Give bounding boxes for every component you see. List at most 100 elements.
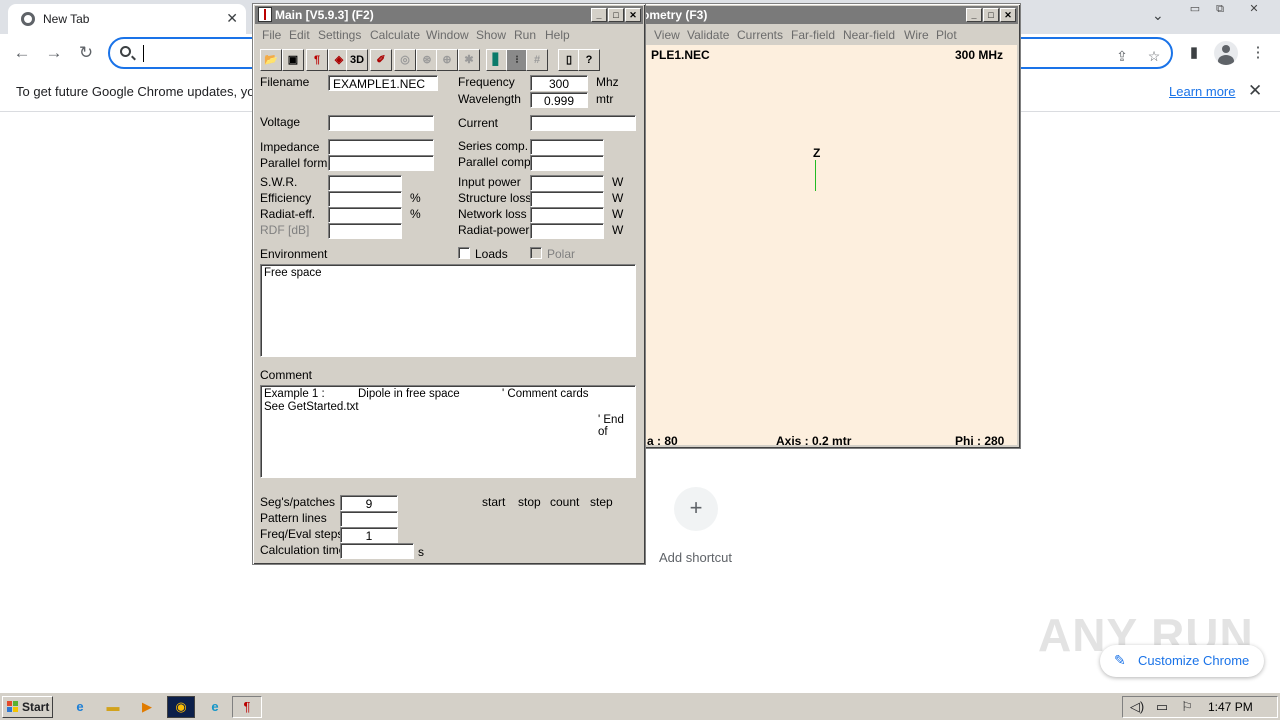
menu-window[interactable]: Window — [426, 28, 469, 42]
swr-field[interactable] — [328, 175, 402, 191]
book-icon[interactable]: ▋ — [486, 49, 508, 71]
menu-file[interactable]: File — [262, 28, 281, 42]
customize-chrome-button[interactable]: ✎ Customize Chrome — [1100, 645, 1264, 677]
windows-taskbar: Start e ▬ ▶ ◉ e ¶ ◁) ▭ ⚐ 1:47 PM — [0, 692, 1280, 720]
network-loss-label: Network loss — [458, 207, 527, 221]
close-icon[interactable]: ✕ — [625, 8, 641, 22]
tab-search-chevron-icon[interactable]: ⌄ — [1152, 7, 1164, 24]
edge-icon[interactable]: e — [205, 698, 225, 716]
side-panel-icon[interactable]: ▮ — [1183, 42, 1205, 64]
menu-edit[interactable]: Edit — [289, 28, 310, 42]
edit-icon[interactable]: ✐ — [370, 49, 392, 71]
action-center-flag-icon[interactable]: ⚐ — [1177, 698, 1197, 716]
minimize-icon[interactable]: _ — [966, 8, 982, 22]
polar-checkbox[interactable] — [530, 247, 542, 259]
menu-validate[interactable]: Validate — [687, 28, 729, 42]
radiat-eff-label: Radiat-eff. — [260, 207, 316, 221]
reload-icon[interactable]: ↻ — [75, 42, 97, 64]
chrome-minimize-icon[interactable]: ▭ — [1186, 2, 1204, 16]
segs-field[interactable]: 9 — [340, 495, 398, 511]
menu-run[interactable]: Run — [514, 28, 536, 42]
start-button[interactable]: Start — [2, 696, 53, 718]
tab-new-tab[interactable]: New Tab ✕ — [8, 4, 246, 34]
main-titlebar[interactable]: Main [V5.9.3] (F2) _ □ ✕ — [255, 6, 643, 24]
minimize-icon[interactable]: _ — [591, 8, 607, 22]
radiat-power-field[interactable] — [530, 223, 604, 239]
menu-near-field[interactable]: Near-field — [843, 28, 895, 42]
input-power-field[interactable] — [530, 175, 604, 191]
rdf-field[interactable] — [328, 223, 402, 239]
menu-far-field[interactable]: Far-field — [791, 28, 835, 42]
learn-more-link[interactable]: Learn more — [1169, 84, 1235, 99]
infobar-close-icon[interactable]: ✕ — [1248, 81, 1262, 101]
environment-textarea[interactable]: Free space — [260, 264, 636, 357]
network-icon[interactable]: ▭ — [1152, 698, 1172, 716]
bookmark-star-icon[interactable]: ☆ — [1144, 47, 1164, 65]
pattern-lines-field[interactable] — [340, 511, 398, 527]
config-icon[interactable]: ✱ — [458, 49, 480, 71]
manual-icon[interactable]: ▯ — [558, 49, 580, 71]
grid-icon[interactable]: ⁝ — [506, 49, 528, 71]
folder-icon[interactable]: ▬ — [103, 698, 123, 716]
volume-icon[interactable]: ◁) — [1127, 698, 1147, 716]
close-icon[interactable]: ✕ — [1000, 8, 1016, 22]
antenna-icon[interactable]: ¶ — [306, 49, 328, 71]
loads-checkbox[interactable] — [458, 247, 470, 259]
menu-plot[interactable]: Plot — [936, 28, 957, 42]
save-icon[interactable]: ▣ — [282, 49, 304, 71]
pattern-icon[interactable]: ◎ — [394, 49, 416, 71]
maximize-icon[interactable]: □ — [608, 8, 624, 22]
chrome-restore-icon[interactable]: ⧉ — [1211, 2, 1229, 16]
structure-loss-field[interactable] — [530, 191, 604, 207]
radiat-power-unit: W — [612, 223, 624, 237]
filename-field[interactable]: EXAMPLE1.NEC — [328, 75, 438, 91]
forward-arrow-icon[interactable]: → — [43, 42, 65, 64]
wavelength-field[interactable]: 0.999 — [530, 92, 588, 108]
geometry-titlebar[interactable]: ometry (F3) _ □ ✕ — [637, 6, 1018, 24]
menu-currents[interactable]: Currents — [737, 28, 783, 42]
parallel-comp-field[interactable] — [530, 155, 604, 171]
current-field[interactable] — [530, 115, 636, 131]
freq-eval-steps-field[interactable]: 1 — [340, 527, 398, 543]
taskbar-clock[interactable]: 1:47 PM — [1208, 700, 1253, 714]
sphere-icon[interactable]: ⊛ — [416, 49, 438, 71]
efficiency-field[interactable] — [328, 191, 402, 207]
parallel-form-field[interactable] — [328, 155, 434, 171]
ie-icon[interactable]: e — [70, 698, 90, 716]
chrome-menu-icon[interactable]: ⋮ — [1247, 42, 1269, 64]
frequency-field[interactable]: 300 — [530, 75, 588, 91]
menu-show[interactable]: Show — [476, 28, 506, 42]
share-icon[interactable]: ⇪ — [1112, 47, 1132, 65]
network-loss-field[interactable] — [530, 207, 604, 223]
menu-wire[interactable]: Wire — [904, 28, 929, 42]
globe-icon[interactable]: ⊕ — [436, 49, 458, 71]
help-icon[interactable]: ? — [578, 49, 600, 71]
comment-textarea[interactable]: Example 1 : Dipole in free space ' Comme… — [260, 385, 636, 478]
menu-settings[interactable]: Settings — [318, 28, 361, 42]
profile-avatar-icon[interactable] — [1214, 41, 1238, 65]
chrome-taskbar-icon[interactable]: ◉ — [167, 696, 195, 718]
parallel-comp-label: Parallel comp. — [458, 155, 535, 169]
voltage-field[interactable] — [328, 115, 434, 131]
geometry-canvas[interactable]: PLE1.NEC 300 MHz Z a : 80 Axis : 0.2 mtr… — [638, 45, 1017, 448]
impedance-field[interactable] — [328, 139, 434, 155]
add-shortcut-button[interactable]: + — [674, 487, 718, 531]
radiat-eff-field[interactable] — [328, 207, 402, 223]
add-shortcut-label: Add shortcut — [659, 550, 732, 565]
maximize-icon[interactable]: □ — [983, 8, 999, 22]
media-icon[interactable]: ▶ — [137, 698, 157, 716]
back-arrow-icon[interactable]: ← — [11, 42, 33, 64]
hash-icon[interactable]: # — [526, 49, 548, 71]
menu-calculate[interactable]: Calculate — [370, 28, 420, 42]
chrome-close-icon[interactable]: ✕ — [1245, 2, 1263, 16]
tab-close-icon[interactable]: ✕ — [226, 10, 238, 27]
menu-view[interactable]: View — [654, 28, 680, 42]
menu-help[interactable]: Help — [545, 28, 570, 42]
3d-icon[interactable]: 3D — [346, 49, 368, 71]
open-icon[interactable]: 📂 — [260, 49, 282, 71]
calc-time-field[interactable] — [340, 543, 414, 559]
structure-loss-label: Structure loss — [458, 191, 532, 205]
series-comp-field[interactable] — [530, 139, 604, 155]
segs-label: Seg's/patches — [260, 495, 336, 509]
4nec2-taskbar-icon[interactable]: ¶ — [232, 696, 262, 718]
